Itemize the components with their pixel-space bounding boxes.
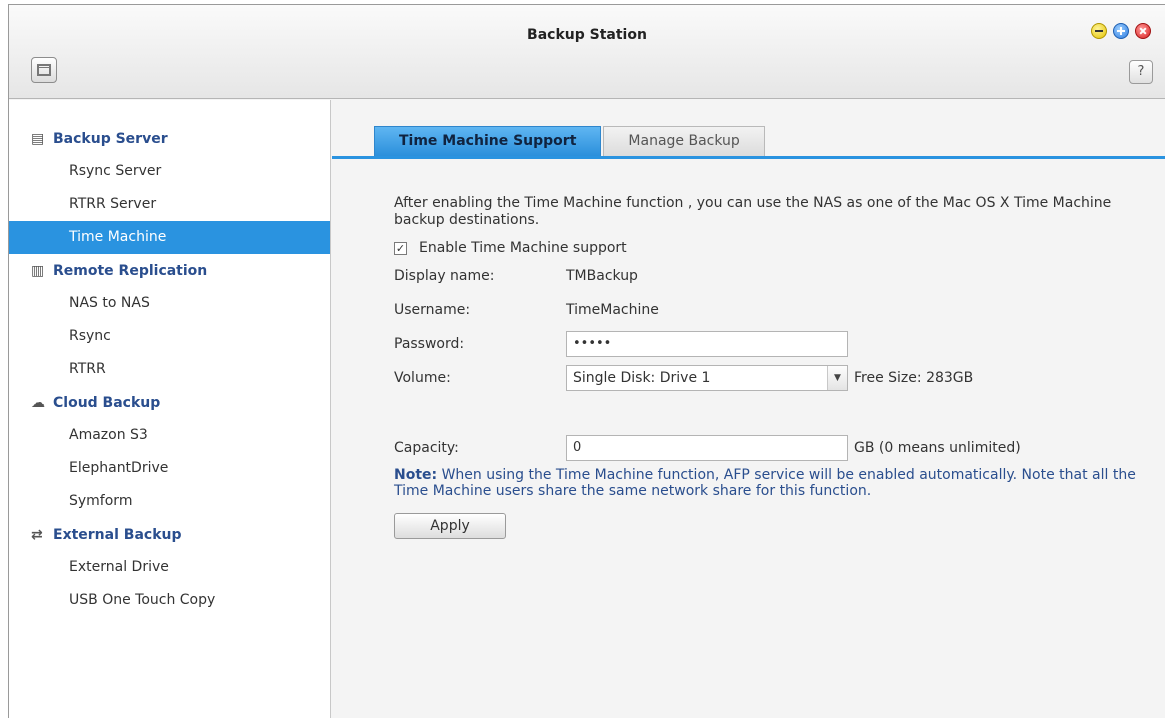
username-label: Username: <box>394 302 471 318</box>
volume-label: Volume: <box>394 370 451 386</box>
capacity-field[interactable]: 0 <box>566 435 848 461</box>
note-prefix: Note: <box>394 467 438 483</box>
sidebar-item-rtrr[interactable]: RTRR <box>9 353 330 386</box>
chevron-down-icon[interactable]: ▼ <box>827 366 847 390</box>
enable-row: ✓ Enable Time Machine support <box>394 237 1154 259</box>
sidebar-item-rsync-server[interactable]: Rsync Server <box>9 155 330 188</box>
sidebar-group-backup-server[interactable]: ▤ Backup Server <box>9 122 330 155</box>
sidebar-item-symform[interactable]: Symform <box>9 485 330 518</box>
cloud-icon: ☁ <box>31 394 45 411</box>
close-icon[interactable] <box>1135 23 1151 39</box>
enable-label: Enable Time Machine support <box>419 240 627 256</box>
sidebar-item-usb-one-touch-copy[interactable]: USB One Touch Copy <box>9 584 330 617</box>
sidebar-group-external-backup[interactable]: ⇄ External Backup <box>9 518 330 551</box>
note-text: Note: When using the Time Machine functi… <box>394 467 1154 499</box>
enable-time-machine-checkbox[interactable]: ✓ <box>394 241 407 255</box>
window-title: Backup Station <box>527 27 647 43</box>
description-text: After enabling the Time Machine function… <box>394 195 1112 228</box>
tab-time-machine-support[interactable]: Time Machine Support <box>374 126 602 156</box>
server-icon: ▤ <box>31 130 45 147</box>
tab-manage-backup[interactable]: Manage Backup <box>603 126 765 156</box>
minimize-icon[interactable] <box>1091 23 1107 39</box>
sidebar-group-label: Remote Replication <box>53 262 208 279</box>
display-name-label: Display name: <box>394 268 495 284</box>
sidebar-group-label: External Backup <box>53 526 182 543</box>
note-body: When using the Time Machine function, AF… <box>394 467 1136 499</box>
password-field[interactable]: ••••• <box>566 331 848 357</box>
help-button[interactable]: ? <box>1129 60 1153 84</box>
sidebar-item-amazon-s3[interactable]: Amazon S3 <box>9 419 330 452</box>
free-size-text: Free Size: 283GB <box>854 370 974 386</box>
apply-button[interactable]: Apply <box>394 513 506 539</box>
sidebar-item-rsync[interactable]: Rsync <box>9 320 330 353</box>
capacity-label: Capacity: <box>394 440 459 456</box>
display-name-value: TMBackup <box>566 268 638 284</box>
display-name-row: Display name: TMBackup <box>394 259 1154 293</box>
maximize-icon[interactable] <box>1113 23 1129 39</box>
main-panel: Time Machine Support Manage Backup After… <box>332 100 1165 718</box>
layout-toggle-button[interactable] <box>31 57 57 83</box>
sidebar: ▤ Backup Server Rsync Server RTRR Server… <box>9 100 331 718</box>
sidebar-group-remote-replication[interactable]: ▥ Remote Replication <box>9 254 330 287</box>
time-machine-form: After enabling the Time Machine function… <box>394 195 1154 539</box>
volume-selected-value: Single Disk: Drive 1 <box>573 370 711 386</box>
volume-row: Volume: Single Disk: Drive 1 ▼ Free Size… <box>394 361 1154 395</box>
capacity-unit-text: GB (0 means unlimited) <box>854 440 1021 456</box>
volume-select[interactable]: Single Disk: Drive 1 ▼ <box>566 365 848 391</box>
tab-underline <box>332 156 1165 159</box>
sidebar-item-elephantdrive[interactable]: ElephantDrive <box>9 452 330 485</box>
password-label: Password: <box>394 336 465 352</box>
sidebar-group-cloud-backup[interactable]: ☁ Cloud Backup <box>9 386 330 419</box>
password-row: Password: ••••• <box>394 327 1154 361</box>
username-row: Username: TimeMachine <box>394 293 1154 327</box>
title-bar: Backup Station ? <box>9 5 1165 99</box>
backup-station-window: Backup Station ? ▤ Backup Server Rsync S… <box>8 4 1165 718</box>
replication-icon: ▥ <box>31 262 45 279</box>
sync-icon: ⇄ <box>31 526 43 543</box>
sidebar-item-rtrr-server[interactable]: RTRR Server <box>9 188 330 221</box>
tab-bar: Time Machine Support Manage Backup <box>374 126 767 156</box>
window-controls <box>1091 23 1151 39</box>
sidebar-item-time-machine[interactable]: Time Machine <box>9 221 330 254</box>
layout-icon <box>37 64 51 76</box>
sidebar-group-label: Backup Server <box>53 130 168 147</box>
username-value: TimeMachine <box>566 302 659 318</box>
capacity-row: Capacity: 0 GB (0 means unlimited) <box>394 431 1154 465</box>
sidebar-item-external-drive[interactable]: External Drive <box>9 551 330 584</box>
sidebar-item-nas-to-nas[interactable]: NAS to NAS <box>9 287 330 320</box>
sidebar-group-label: Cloud Backup <box>53 394 161 411</box>
